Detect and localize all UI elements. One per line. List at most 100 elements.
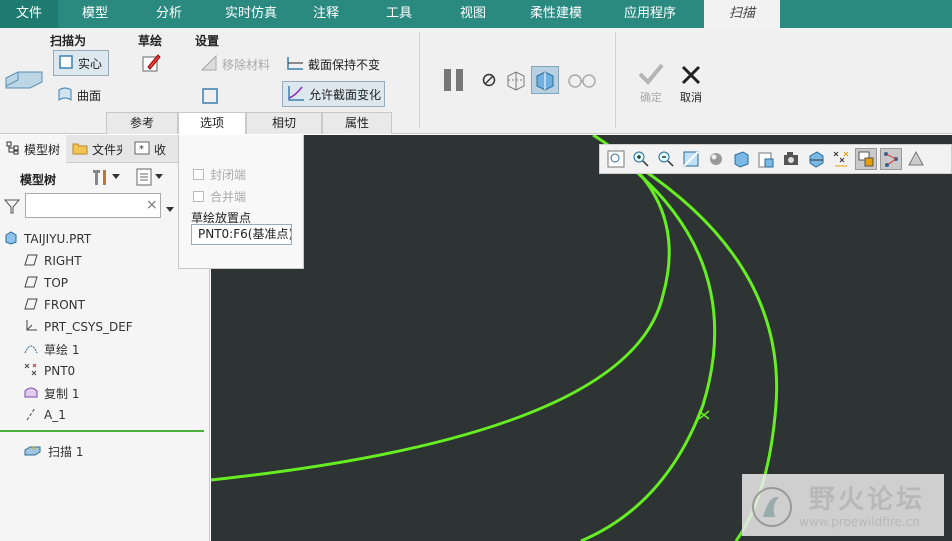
tab-references[interactable]: 参考 (106, 112, 178, 134)
menu-sweep[interactable]: 扫描 (704, 0, 780, 28)
watermark-logo-icon (749, 485, 795, 532)
tree-item-label: 扫描 1 (48, 444, 84, 459)
tab-options[interactable]: 选项 (178, 112, 246, 134)
camera-icon (784, 152, 798, 165)
cancel-button[interactable]: 取消 (676, 64, 706, 105)
spin-center-icon (884, 152, 898, 167)
zoom-in-icon (633, 151, 649, 167)
tree-item[interactable]: 草绘 1 (24, 339, 79, 359)
annotation-display-button[interactable] (855, 148, 877, 170)
remove-material-icon (200, 54, 218, 75)
datum-display-icon (833, 151, 849, 167)
solid-label: 实心 (78, 56, 103, 71)
thicken-icon (202, 88, 218, 104)
insert-indicator-line[interactable] (0, 430, 204, 432)
tree-item-label: TAIJIYU.PRT (24, 232, 92, 246)
menu-tools[interactable]: 工具 (356, 0, 442, 28)
options-panel: 封闭端 合并端 草绘放置点 PNT0:F6(基准点) (178, 135, 304, 269)
tree-item[interactable]: FRONT (24, 295, 85, 315)
datum-plane-icon (24, 298, 38, 313)
zoom-out-icon (658, 151, 674, 167)
menu-applications[interactable]: 应用程序 (608, 0, 692, 28)
menu-flexible-modeling[interactable]: 柔性建模 (504, 0, 608, 28)
feature-preview-button[interactable] (531, 66, 559, 94)
annotation-icon (858, 151, 874, 167)
section-constant-label: 截面保持不变 (308, 58, 381, 72)
refit-button[interactable] (605, 148, 627, 170)
menu-annotate[interactable]: 注释 (296, 0, 356, 28)
zoom-in-button[interactable] (630, 148, 652, 170)
pause-icon (444, 69, 463, 91)
cancel-label: 取消 (680, 91, 702, 104)
view-manager-button[interactable] (755, 148, 777, 170)
no-preview-button[interactable] (482, 73, 496, 90)
remove-material-label: 移除材料 (222, 58, 271, 72)
tree-filter-input[interactable] (25, 193, 161, 218)
section-view-button[interactable] (805, 148, 827, 170)
datum-display-button[interactable] (830, 148, 852, 170)
sketch-button[interactable] (140, 52, 162, 77)
tab-folder-browser[interactable]: 文件夹 (66, 135, 128, 163)
clear-filter-icon[interactable]: × (146, 198, 158, 212)
filter-dropdown-icon[interactable] (166, 202, 174, 216)
chevron-down-icon (155, 174, 163, 179)
sketch-group-label: 草绘 (138, 34, 163, 48)
thicken-button[interactable] (202, 88, 218, 107)
spin-center-button[interactable] (880, 148, 902, 170)
tree-item[interactable]: 复制 1 (24, 383, 79, 403)
remove-material-button[interactable]: 移除材料 (200, 54, 270, 75)
checkbox-box (193, 169, 204, 180)
model-display-button[interactable] (905, 148, 927, 170)
zoom-out-button[interactable] (655, 148, 677, 170)
tree-settings-button[interactable] (90, 167, 120, 187)
tree-item[interactable]: A_1 (24, 405, 66, 425)
pause-button[interactable] (442, 68, 466, 95)
display-style-button[interactable] (705, 148, 727, 170)
repaint-icon (683, 151, 699, 167)
closed-ends-checkbox[interactable]: 封闭端 (193, 166, 246, 183)
tree-item[interactable]: PNT0 (24, 361, 75, 381)
sweep-as-label: 扫描为 (50, 34, 87, 48)
tree-item-label: A_1 (44, 408, 66, 422)
ok-button[interactable]: 确定 (636, 62, 666, 105)
model-tree-tab-label: 模型树 (24, 142, 61, 157)
tab-favorites[interactable]: * 收 (128, 135, 172, 163)
sketch-placement-collector[interactable]: PNT0:F6(基准点) (191, 224, 292, 245)
solid-button[interactable]: 实心 (53, 50, 109, 76)
filter-icon[interactable] (3, 198, 21, 217)
menu-analysis[interactable]: 分析 (132, 0, 206, 28)
checkmark-icon (638, 63, 664, 85)
forum-watermark: 野火论坛 www.proewildfire.cn (742, 474, 944, 536)
view-manager-icon (758, 152, 774, 168)
repaint-button[interactable] (680, 148, 702, 170)
variable-section-button[interactable]: 允许截面变化 (282, 81, 385, 107)
section-constant-button[interactable]: 截面保持不变 (286, 54, 380, 75)
tree-item[interactable]: TOP (24, 273, 68, 293)
folder-tab-label: 文件夹 (92, 142, 122, 157)
tree-show-button[interactable] (135, 167, 163, 187)
tree-item[interactable]: * 扫描 1 (24, 441, 83, 461)
merge-ends-checkbox[interactable]: 合并端 (193, 188, 246, 205)
menu-model[interactable]: 模型 (58, 0, 132, 28)
part-icon (4, 230, 18, 248)
variable-section-label: 允许截面变化 (309, 87, 382, 102)
verify-mode-button[interactable] (567, 72, 597, 91)
geometry-preview-button[interactable] (504, 68, 528, 95)
menu-file[interactable]: 文件 (0, 0, 58, 28)
menu-simulation[interactable]: 实时仿真 (206, 0, 296, 28)
tree-item[interactable]: TAIJIYU.PRT (4, 229, 91, 249)
datum-plane-icon (24, 276, 38, 291)
tree-item-label: PRT_CSYS_DEF (44, 320, 133, 334)
saved-orientations-button[interactable] (730, 148, 752, 170)
menu-view[interactable]: 视图 (442, 0, 504, 28)
perspective-button[interactable] (780, 148, 802, 170)
tree-item-label: FRONT (44, 298, 85, 312)
tab-model-tree[interactable]: 模型树 (0, 135, 67, 163)
tree-item[interactable]: PRT_CSYS_DEF (24, 317, 133, 337)
tab-properties[interactable]: 属性 (322, 112, 392, 134)
tree-item[interactable]: RIGHT (24, 251, 82, 271)
surface-button[interactable]: 曲面 (57, 86, 101, 105)
favorites-icon: * (134, 141, 150, 158)
tab-tangency[interactable]: 相切 (246, 112, 322, 134)
shading-icon (710, 153, 722, 165)
